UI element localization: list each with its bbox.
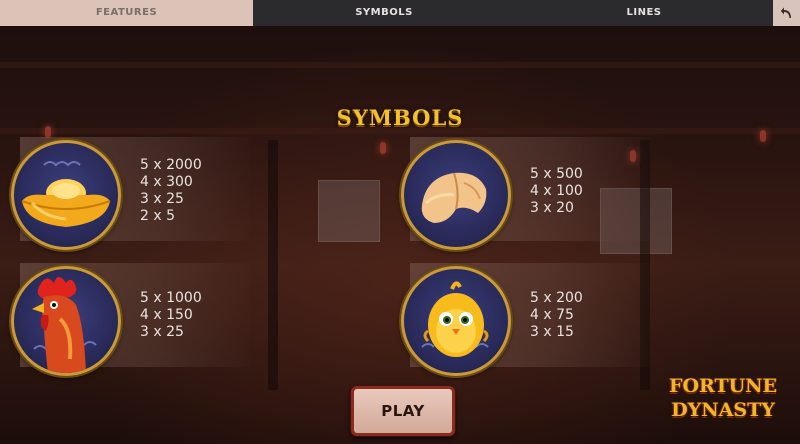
game-logo: FORTUNE DYNASTY (664, 374, 782, 422)
back-arrow-icon (780, 7, 791, 18)
fortune-cookie-icon (421, 172, 487, 223)
payout-row: 3 x 25 (140, 191, 184, 207)
logo-line2: DYNASTY (671, 399, 775, 421)
symbol-rooster (11, 266, 121, 376)
tab-features[interactable]: FEATURES (0, 0, 253, 26)
back-button[interactable] (773, 0, 800, 26)
payout-list: 5 x 200 4 x 75 3 x 15 (530, 290, 583, 341)
payout-row: 4 x 75 (530, 307, 574, 323)
symbol-gold-ingot (11, 140, 121, 250)
gold-ingot-icon (21, 161, 111, 227)
symbol-fortune-cookie (401, 140, 511, 250)
payout-row: 4 x 300 (140, 174, 193, 190)
lantern-icon (380, 142, 386, 154)
payout-row: 5 x 2000 (140, 157, 202, 173)
payout-list: 5 x 500 4 x 100 3 x 20 (530, 166, 583, 217)
payout-row: 2 x 5 (140, 208, 175, 224)
background-post (268, 140, 278, 390)
tab-bar: FEATURES SYMBOLS LINES (0, 0, 800, 26)
lantern-icon (760, 130, 766, 142)
payout-row: 3 x 15 (530, 324, 574, 340)
tab-lines[interactable]: LINES (515, 0, 773, 26)
payout-row: 3 x 20 (530, 200, 574, 216)
payout-list: 5 x 2000 4 x 300 3 x 25 2 x 5 (140, 157, 202, 225)
background-window (318, 180, 380, 242)
payout-row: 4 x 150 (140, 307, 193, 323)
payout-row: 3 x 25 (140, 324, 184, 340)
chick-icon (421, 281, 489, 357)
tab-symbols[interactable]: SYMBOLS (253, 0, 515, 26)
payout-row: 5 x 200 (530, 290, 583, 306)
payout-list: 5 x 1000 4 x 150 3 x 25 (140, 290, 202, 341)
symbol-chick (401, 266, 511, 376)
payout-row: 4 x 100 (530, 183, 583, 199)
background-beam (0, 62, 800, 68)
logo-line1: FORTUNE (668, 375, 778, 397)
payout-row: 5 x 1000 (140, 290, 202, 306)
play-button[interactable]: PLAY (351, 386, 455, 436)
page-title: SYMBOLS (336, 105, 464, 130)
payout-row: 5 x 500 (530, 166, 583, 182)
rooster-icon (32, 277, 97, 373)
